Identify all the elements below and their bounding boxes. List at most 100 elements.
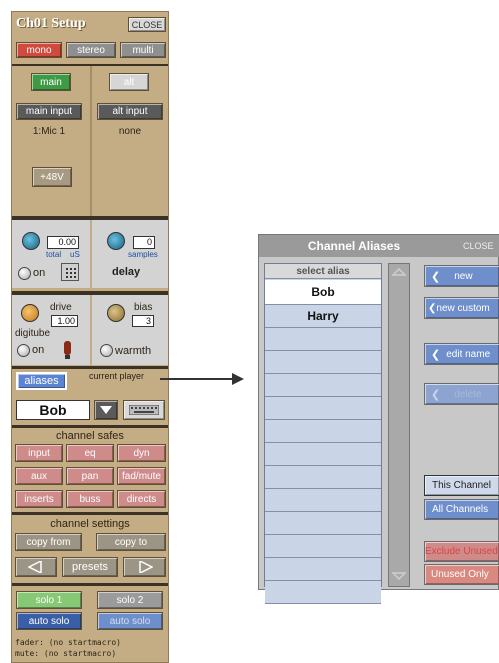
chevron-left-icon: ❮ [431,348,441,361]
auto-solo-2-button[interactable]: auto solo [97,612,163,630]
chevron-left-icon: ❮ [431,270,441,283]
new-custom-label: new custom [436,302,490,314]
delay-on-label: on [33,267,46,279]
drive-knob[interactable] [21,304,39,322]
alias-list-scrollbar[interactable] [388,263,410,587]
delay-samples-field[interactable]: 0 [133,236,155,249]
delay-on-radio[interactable] [18,267,31,280]
copy-from-button[interactable]: copy from [15,533,82,551]
current-player-label: current player [89,371,145,381]
edit-name-label: edit name [446,348,491,360]
alt-button[interactable]: alt [109,73,149,91]
keyboard-button[interactable] [123,400,165,420]
list-item[interactable] [265,328,381,351]
scroll-up-icon[interactable] [392,268,406,276]
divider [12,366,168,369]
list-item[interactable] [265,466,381,489]
list-item[interactable] [265,397,381,420]
connector-arrow-icon [160,373,244,385]
preset-next-button[interactable] [123,557,166,577]
unused-only-button[interactable]: Unused Only [424,564,499,585]
alt-input-button[interactable]: alt input [97,103,163,120]
digitube-on-label: on [32,344,45,356]
delete-alias-button[interactable]: ❮ delete [424,383,499,405]
auto-solo-1-button[interactable]: auto solo [16,612,82,630]
list-item[interactable] [265,374,381,397]
phantom-power-button[interactable]: +48V [32,167,72,187]
divider [90,66,92,216]
mute-startmacro-text: mute: (no startmacro) [15,649,117,658]
list-item[interactable] [265,581,381,604]
edit-name-button[interactable]: ❮ edit name [424,343,499,365]
drive-field[interactable]: 1.00 [51,315,78,327]
list-item[interactable] [265,512,381,535]
keyboard-icon [129,405,159,415]
copy-to-button[interactable]: copy to [96,533,166,551]
aliases-button[interactable]: aliases [16,372,67,390]
safe-buss-button[interactable]: buss [66,490,114,508]
list-item[interactable] [265,489,381,512]
scroll-down-icon[interactable] [392,572,406,580]
this-channel-button[interactable]: This Channel [424,475,499,496]
delay-label: delay [112,266,141,278]
bias-label: bias [134,302,153,313]
safe-fad-mute-button[interactable]: fad/mute [117,467,166,485]
list-item[interactable] [265,558,381,581]
preset-prev-button[interactable] [15,557,57,577]
solo-2-button[interactable]: solo 2 [97,591,163,609]
bias-field[interactable]: 3 [132,315,154,327]
divider [12,512,168,515]
divider [12,425,168,428]
alias-dropdown-button[interactable] [94,400,118,420]
setup-close-button[interactable]: CLOSE [128,17,166,32]
safe-directs-button[interactable]: directs [117,490,166,508]
safe-dyn-button[interactable]: dyn [117,444,166,462]
safe-pan-button[interactable]: pan [66,467,114,485]
new-alias-button[interactable]: ❮ new [424,265,499,287]
list-item[interactable]: Bob [265,280,381,305]
delay-time-knob[interactable] [22,232,40,250]
delete-alias-label: delete [454,388,482,400]
solo-1-button[interactable]: solo 1 [16,591,82,609]
safe-input-button[interactable]: input [15,444,63,462]
stereo-button[interactable]: stereo [66,42,116,58]
aliases-close-button[interactable]: CLOSE [449,235,499,257]
delay-time-field[interactable]: 0.00 [47,236,79,249]
channel-safes-label: channel safes [56,430,124,442]
warmth-label: warmth [115,345,152,357]
safe-inserts-button[interactable]: inserts [15,490,63,508]
safe-eq-button[interactable]: eq [66,444,114,462]
exclude-unused-button[interactable]: Exclude Unused [424,541,499,562]
list-item[interactable] [265,351,381,374]
list-item[interactable] [265,535,381,558]
alias-list: select alias Bob Harry [264,263,382,604]
safe-aux-button[interactable]: aux [15,467,63,485]
alias-rows: Bob Harry [265,280,381,604]
main-input-button[interactable]: main input [16,103,82,120]
list-item[interactable]: Harry [265,305,381,328]
presets-button[interactable]: presets [62,557,118,577]
list-item[interactable] [265,443,381,466]
mono-button[interactable]: mono [16,42,62,58]
multi-button[interactable]: multi [120,42,166,58]
list-item[interactable] [265,420,381,443]
digitube-on-radio[interactable] [17,344,30,357]
new-alias-label: new [454,270,473,282]
alias-list-header: select alias [265,264,381,279]
main-button[interactable]: main [31,73,71,91]
warmth-radio[interactable] [100,344,113,357]
all-channels-button[interactable]: All Channels [424,499,499,520]
fader-startmacro-text: fader: (no startmacro) [15,638,121,647]
divider [12,583,168,586]
chevron-left-icon: ❮ [428,302,437,314]
aliases-title: Channel Aliases [259,235,449,257]
bias-knob[interactable] [107,304,125,322]
channel-aliases-panel: Channel Aliases CLOSE select alias Bob Ha… [258,234,499,604]
channel-settings-label: channel settings [50,518,130,530]
keypad-icon[interactable] [61,263,79,281]
delay-samples-knob[interactable] [107,232,125,250]
new-custom-button[interactable]: ❮ new custom [424,297,499,319]
main-input-value: 1:Mic 1 [32,126,66,137]
current-alias-field[interactable]: Bob [16,400,90,420]
arrow-right-icon [138,561,153,573]
